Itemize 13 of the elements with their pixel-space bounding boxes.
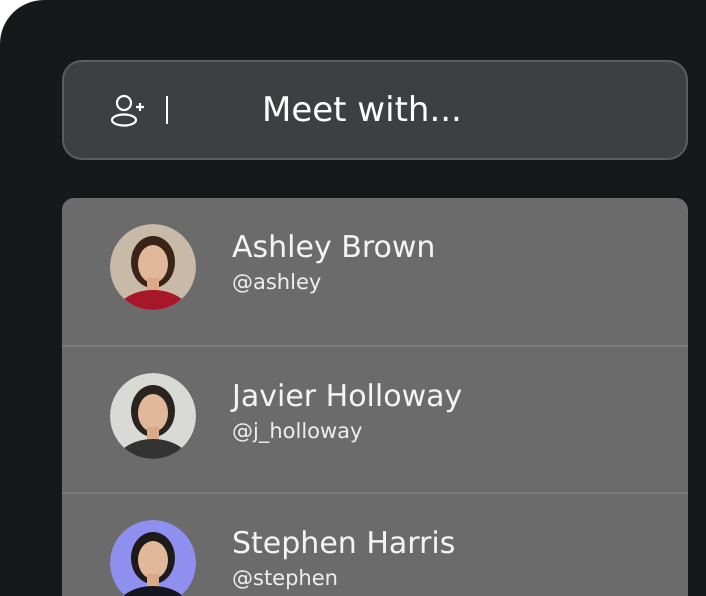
contact-name: Javier Holloway: [232, 378, 462, 416]
contact-row[interactable]: Javier Holloway @j_holloway: [62, 345, 688, 492]
contact-row[interactable]: Ashley Brown @ashley: [62, 198, 688, 345]
text-cursor: [166, 96, 168, 124]
contact-name: Stephen Harris: [232, 525, 456, 563]
search-field[interactable]: Meet with...: [62, 60, 688, 160]
contact-name: Ashley Brown: [232, 229, 436, 267]
contact-row[interactable]: Stephen Harris @stephen: [62, 492, 688, 596]
contact-handle: @ashley: [232, 270, 322, 295]
search-input[interactable]: Meet with...: [262, 90, 686, 130]
add-person-icon: [110, 93, 146, 127]
contact-handle: @stephen: [232, 566, 339, 591]
contact-handle: @j_holloway: [232, 419, 364, 444]
